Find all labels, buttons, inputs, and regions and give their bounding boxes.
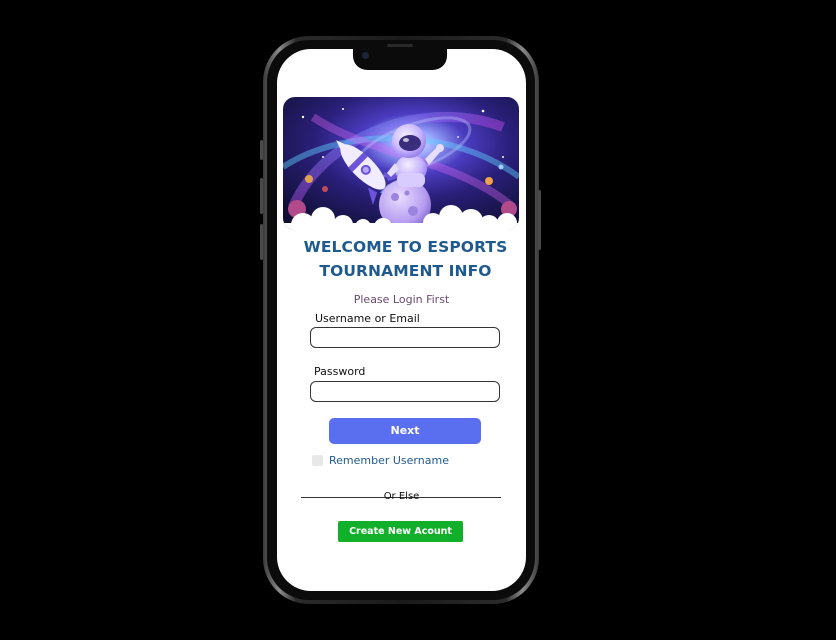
username-input[interactable]: [310, 327, 500, 348]
remember-username-checkbox[interactable]: [312, 454, 323, 466]
mute-switch: [260, 140, 263, 160]
volume-down-button: [260, 224, 263, 260]
username-label: Username or Email: [315, 312, 420, 325]
stage: WELCOME TO ESPORTS TOURNAMENT INFO Pleas…: [0, 0, 836, 640]
front-camera-icon: [362, 52, 369, 59]
banner-image: [283, 97, 519, 230]
next-button[interactable]: Next: [329, 418, 481, 444]
speaker-grille: [387, 44, 413, 47]
page-title-line1: WELCOME TO ESPORTS: [303, 238, 508, 256]
create-account-button[interactable]: Create New Acount: [338, 521, 463, 542]
password-input[interactable]: [310, 381, 500, 402]
astronaut-banner-icon: [283, 97, 519, 230]
volume-up-button: [260, 178, 263, 214]
page-title-line2: TOURNAMENT INFO: [319, 262, 492, 280]
password-label: Password: [314, 365, 366, 378]
phone-screen: WELCOME TO ESPORTS TOURNAMENT INFO Pleas…: [277, 49, 526, 591]
phone-notch: [353, 44, 447, 70]
remember-username-label: Remember Username: [329, 453, 449, 467]
divider-text: Or Else: [383, 491, 420, 502]
login-prompt: Please Login First: [353, 293, 450, 306]
page-title: WELCOME TO ESPORTS TOURNAMENT INFO: [277, 235, 526, 283]
remember-username-row[interactable]: Remember Username: [312, 453, 449, 467]
power-button: [538, 190, 541, 250]
